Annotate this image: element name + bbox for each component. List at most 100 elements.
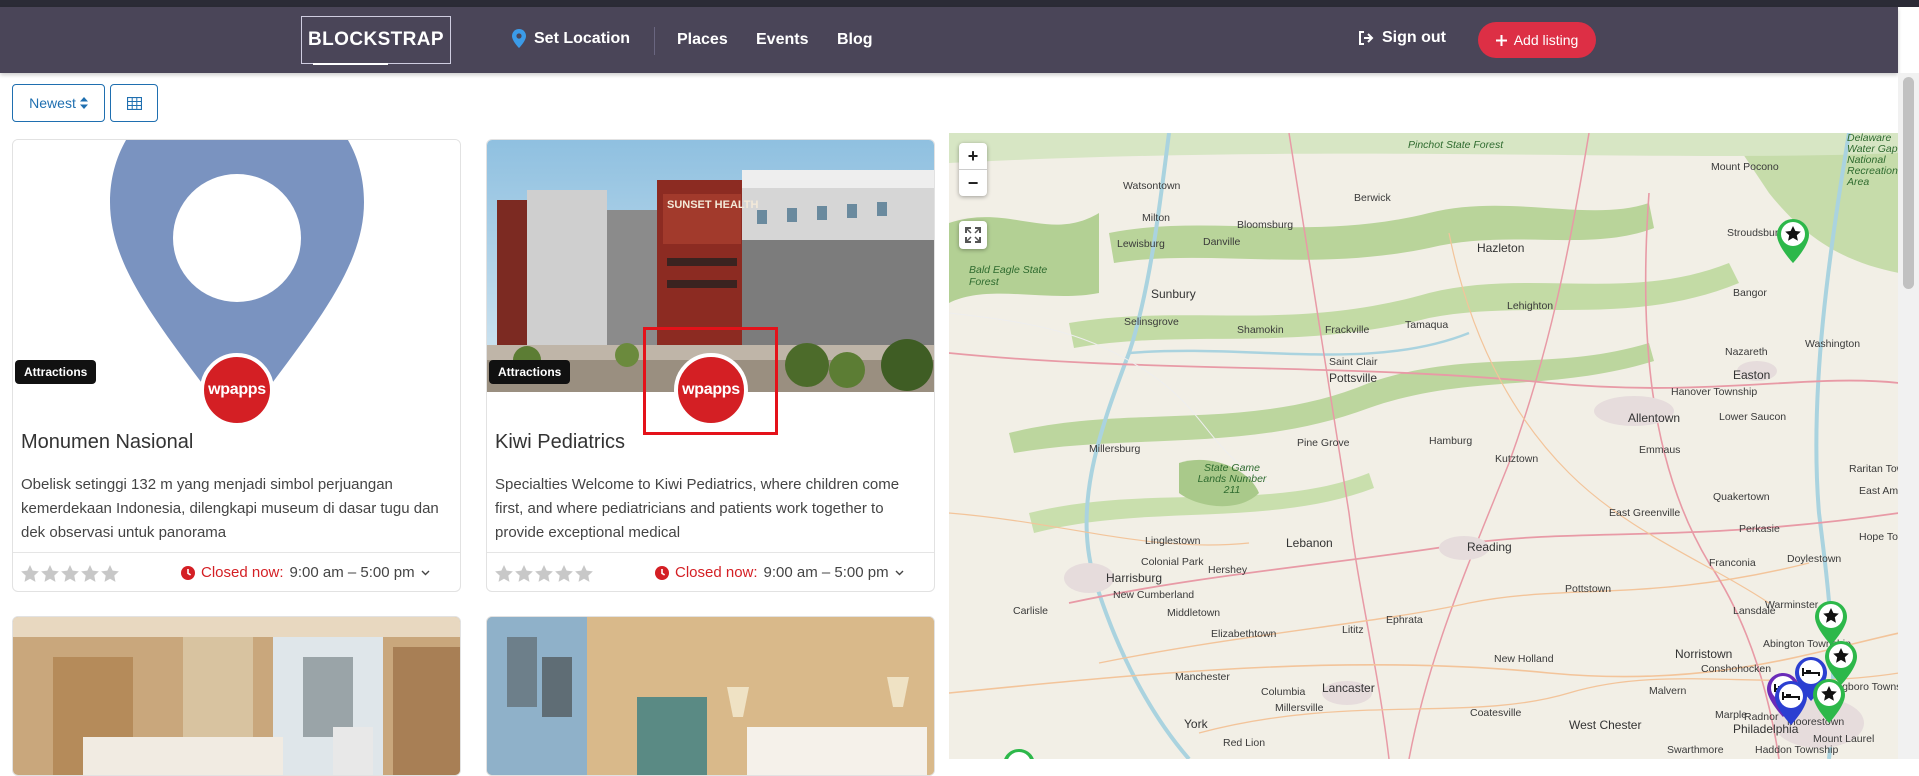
sign-out-label: Sign out [1382,29,1446,46]
map-label: Mount Pocono [1711,161,1779,173]
map-marker-star-icon[interactable] [1815,601,1847,645]
set-location-label: Set Location [534,29,631,47]
star-icon [61,565,79,582]
map-label: Marple [1715,709,1748,721]
listing-card[interactable] [486,616,935,776]
map-label: Hope Tow [1859,531,1899,543]
map-label: Carlisle [1013,605,1049,617]
hours-range: 9:00 am – 5:00 pm [763,564,889,581]
map-label: Red Lion [1223,737,1266,749]
hotel-room-photo [13,617,460,775]
star-icon [555,565,573,582]
map-label: Milton [1142,212,1171,224]
map-label: Harrisburg [1106,571,1163,585]
map-label: Lancaster [1322,681,1375,695]
map-label: Berwick [1354,192,1391,204]
map-marker-star-icon[interactable] [1813,679,1845,723]
category-badge[interactable]: Attractions [489,360,571,384]
nav-link-blog[interactable]: Blog [837,31,873,49]
map-label: Warminster [1765,599,1819,611]
opening-hours-toggle[interactable]: Closed now: 9:00 am – 5:00 pm [655,564,904,581]
map-marker-bed-icon[interactable] [1775,681,1807,725]
sort-icon [79,97,88,109]
nav-divider [654,27,655,55]
nav-link-places[interactable]: Places [677,31,728,49]
star-icon [81,565,99,582]
chevron-down-icon [895,570,904,575]
zoom-out-button[interactable]: − [959,170,987,196]
page-scrollbar[interactable] [1898,73,1919,759]
map-label: Hanover Township [1671,386,1758,398]
map-label: Pinchot State Forest [1408,139,1504,151]
set-location-link[interactable]: Set Location [512,29,630,48]
map-label: Hershey [1208,564,1248,576]
star-icon [21,565,39,582]
map-label: Tamaqua [1405,319,1449,331]
map-label: Emmaus [1639,444,1681,456]
plus-icon [1495,34,1507,46]
category-badge[interactable]: Attractions [15,360,97,384]
map-label: Lehighton [1507,300,1554,312]
star-icon [41,565,59,582]
sort-dropdown-button[interactable]: Newest [12,84,105,122]
map-label: Bald Eagle State Forest [969,264,1048,288]
map-label: West Chester [1569,718,1642,732]
nav-link-events[interactable]: Events [756,31,808,49]
browser-top-strip [0,0,1919,7]
map-label: Sunbury [1151,287,1196,301]
map-label: Linglestown [1145,535,1201,547]
listing-title[interactable]: Kiwi Pediatrics [495,431,625,454]
top-navbar: BLOCKSTRAP Set Location Places Events Bl… [0,7,1898,73]
map-label: East Am [1859,485,1899,497]
listings-map[interactable]: Pinchot State Forest Mount Pocono Watson… [949,133,1899,759]
map-label: Allentown [1628,411,1681,425]
clock-icon [181,565,195,580]
grid-icon [126,96,142,110]
map-label: Quakertown [1713,491,1770,503]
map-marker-star-icon[interactable] [1003,749,1035,759]
map-label: Raritan Towns [1849,463,1899,475]
map-label: Middletown [1167,607,1221,619]
map-fullscreen-button[interactable] [959,221,987,249]
sign-out-link[interactable]: Sign out [1358,29,1446,47]
map-label: Reading [1467,540,1512,554]
zoom-in-button[interactable]: + [959,143,987,169]
add-listing-button[interactable]: Add listing [1478,22,1596,58]
map-label: Saint Clair [1329,356,1378,368]
map-label: Selinsgrove [1124,316,1179,328]
listing-logo[interactable]: wpapps [200,353,274,427]
map-label: Lewisburg [1117,238,1165,250]
map-label: Columbia [1261,686,1306,698]
map-label: State Game Lands Number 211 [1197,462,1267,496]
map-marker-star-icon[interactable] [1777,219,1809,263]
brand-logo[interactable]: BLOCKSTRAP [301,16,451,64]
fullscreen-icon [965,227,981,243]
closed-now-label: Closed now: [201,564,284,581]
map-label: Hamburg [1429,435,1473,447]
map-label: Nazareth [1725,346,1768,358]
brand-underline [313,63,388,65]
map-label: Conshohocken [1701,663,1772,675]
map-label: Franconia [1709,557,1756,569]
rating-stars [21,565,119,582]
map-label: Pottstown [1565,583,1612,595]
listing-card[interactable]: Attractions wpapps Monumen Nasional Obel… [12,139,461,592]
map-label: Hazleton [1477,241,1525,255]
map-label: Bangor [1733,287,1767,299]
svg-text:SUNSET HEALTH: SUNSET HEALTH [667,199,759,211]
grid-view-button[interactable] [110,84,158,122]
scrollbar-thumb[interactable] [1903,77,1914,289]
map-pin-icon [512,29,526,48]
listing-description: Specialties Welcome to Kiwi Pediatrics, … [495,476,900,541]
map-label: Lebanon [1286,536,1333,550]
map-label: Perkasie [1739,523,1780,535]
star-icon [495,565,513,582]
map-label: Pine Grove [1297,437,1350,449]
map-label: Watsontown [1123,180,1181,192]
opening-hours-toggle[interactable]: Closed now: 9:00 am – 5:00 pm [181,564,430,581]
listing-title[interactable]: Monumen Nasional [21,431,193,454]
listing-card[interactable] [12,616,461,776]
sort-label: Newest [29,95,76,111]
chevron-down-icon [421,570,430,575]
map-label: East Greenville [1609,507,1681,519]
